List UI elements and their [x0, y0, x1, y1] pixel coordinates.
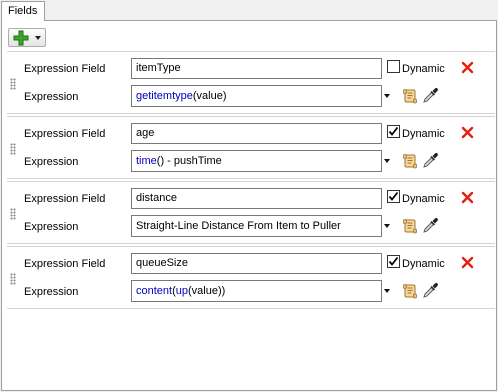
expression-keyword: getitemtype: [136, 90, 193, 102]
expression-combo[interactable]: getitemtype(value): [131, 85, 382, 107]
expression-field-label: Expression Field: [24, 128, 106, 140]
group-separator-top: [7, 116, 495, 117]
drag-handle-icon[interactable]: [10, 78, 16, 90]
expression-text: Straight-Line Distance From Item to Pull…: [136, 220, 341, 232]
expression-keyword: content: [136, 285, 173, 297]
group-separator-top: [7, 51, 495, 52]
group-separator-top: [7, 181, 495, 182]
dynamic-label: Dynamic: [402, 193, 445, 205]
eyedropper-icon[interactable]: [422, 282, 439, 299]
eyedropper-icon[interactable]: [422, 152, 439, 169]
group-separator-bottom: [7, 243, 495, 244]
expression-combo[interactable]: content(up(value)): [131, 280, 382, 302]
delete-icon[interactable]: [461, 126, 474, 139]
expression-keyword: time: [136, 155, 157, 167]
expression-label: Expression: [24, 286, 79, 298]
field-group: Expression Field distance Dynamic Expressio…: [7, 181, 495, 244]
dynamic-label: Dynamic: [402, 63, 445, 75]
caret-down-icon[interactable]: [35, 36, 41, 40]
code-template-icon[interactable]: [402, 218, 418, 234]
dropdown-arrow-icon[interactable]: [384, 94, 390, 98]
field-group: Expression Field age Dynamic Expression time…: [7, 116, 495, 179]
dynamic-checkbox[interactable]: [387, 255, 400, 268]
expression-label: Expression: [24, 221, 79, 233]
group-separator-bottom: [7, 113, 495, 114]
dynamic-checkbox[interactable]: [387, 125, 400, 138]
expression-combo[interactable]: Straight-Line Distance From Item to Pull…: [131, 215, 382, 237]
delete-icon[interactable]: [461, 61, 474, 74]
expression-field-input[interactable]: age: [131, 123, 382, 144]
dropdown-arrow-icon[interactable]: [384, 159, 390, 163]
code-template-icon[interactable]: [402, 88, 418, 104]
drag-handle-icon[interactable]: [10, 143, 16, 155]
tab-fields-label: Fields: [8, 5, 38, 17]
fields-panel: Expression Field itemType Dynamic Expressio…: [1, 20, 497, 391]
expression-field-input[interactable]: queueSize: [131, 253, 382, 274]
delete-icon[interactable]: [461, 256, 474, 269]
eyedropper-icon[interactable]: [422, 87, 439, 104]
expression-field-input[interactable]: distance: [131, 188, 382, 209]
green-plus-icon: [13, 30, 29, 46]
expression-combo[interactable]: time() - pushTime: [131, 150, 382, 172]
dropdown-arrow-icon[interactable]: [384, 289, 390, 293]
drag-handle-icon[interactable]: [10, 208, 16, 220]
expression-field-label: Expression Field: [24, 63, 106, 75]
add-field-button[interactable]: [8, 28, 46, 47]
group-separator-bottom: [7, 178, 495, 179]
expression-text: (value): [192, 90, 227, 102]
dynamic-label: Dynamic: [402, 128, 445, 140]
delete-icon[interactable]: [461, 191, 474, 204]
tab-fields[interactable]: Fields: [1, 1, 45, 21]
field-group: Expression Field queueSize Dynamic Expressi…: [7, 246, 495, 309]
expression-field-label: Expression Field: [24, 258, 106, 270]
dynamic-checkbox[interactable]: [387, 60, 400, 73]
expression-label: Expression: [24, 91, 79, 103]
expression-field-label: Expression Field: [24, 193, 106, 205]
dynamic-checkbox[interactable]: [387, 190, 400, 203]
drag-handle-icon[interactable]: [10, 273, 16, 285]
code-template-icon[interactable]: [402, 153, 418, 169]
expression-keyword: up: [175, 285, 189, 297]
group-separator-bottom: [7, 308, 495, 309]
dynamic-label: Dynamic: [402, 258, 445, 270]
expression-text: (value)): [188, 285, 226, 297]
field-group: Expression Field itemType Dynamic Expressio…: [7, 51, 495, 114]
expression-field-input[interactable]: itemType: [131, 58, 382, 79]
expression-text: () - pushTime: [156, 155, 222, 167]
expression-label: Expression: [24, 156, 79, 168]
group-separator-top: [7, 246, 495, 247]
dropdown-arrow-icon[interactable]: [384, 224, 390, 228]
code-template-icon[interactable]: [402, 283, 418, 299]
eyedropper-icon[interactable]: [422, 217, 439, 234]
